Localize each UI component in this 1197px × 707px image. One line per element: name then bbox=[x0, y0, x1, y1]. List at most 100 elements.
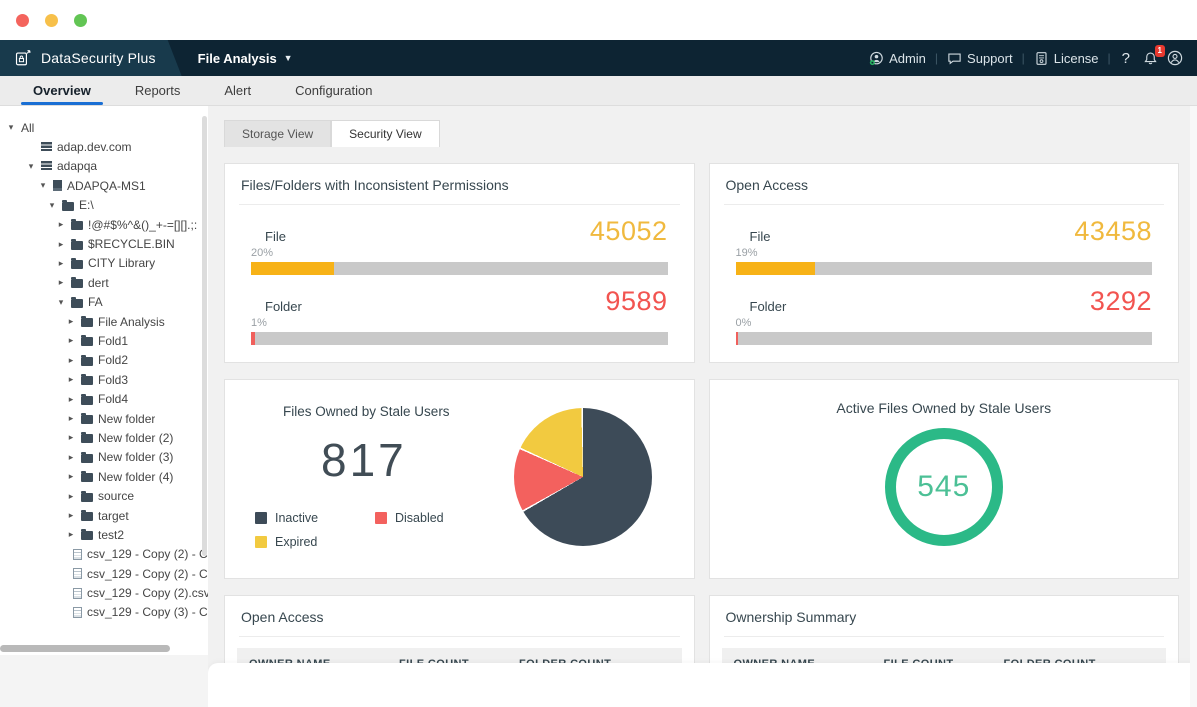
tree-item[interactable]: csv_129 - Copy (2) - Copy.csv bbox=[0, 564, 208, 583]
close-window-button[interactable] bbox=[16, 14, 29, 27]
support-menu[interactable]: Support bbox=[947, 51, 1013, 66]
file-icon bbox=[73, 568, 82, 579]
app-header: DataSecurity Plus File Analysis ▼ Admin … bbox=[0, 40, 1197, 76]
separator: | bbox=[1022, 51, 1025, 65]
support-chat-icon bbox=[947, 51, 962, 66]
tree-item[interactable]: csv_129 - Copy (2).csv bbox=[0, 583, 208, 602]
module-selector[interactable]: File Analysis ▼ bbox=[198, 51, 293, 66]
stat-percent: 0% bbox=[736, 317, 1153, 329]
tree-item-label: csv_129 - Copy (2) - Copy - Cop bbox=[87, 547, 208, 561]
tree-item-label: csv_129 - Copy (3) - Copy.csv bbox=[87, 605, 208, 619]
chevron-right-icon[interactable]: ▸ bbox=[66, 452, 76, 463]
chevron-right-icon[interactable]: ▸ bbox=[56, 277, 66, 288]
chevron-right-icon[interactable]: ▸ bbox=[56, 239, 66, 250]
chevron-right-icon[interactable]: ▸ bbox=[66, 491, 76, 502]
legend-label: Disabled bbox=[395, 511, 444, 525]
stale-users-pie-chart bbox=[514, 408, 652, 546]
folder-icon bbox=[62, 202, 74, 211]
folder-icon bbox=[81, 454, 93, 463]
tree-item[interactable]: ▸ CITY Library bbox=[0, 254, 208, 273]
tree-item-label: CITY Library bbox=[88, 256, 155, 270]
progress-bar bbox=[251, 332, 668, 345]
tree-item[interactable]: ▸New folder bbox=[0, 409, 208, 428]
tree-item[interactable]: ▸target bbox=[0, 506, 208, 525]
maximize-window-button[interactable] bbox=[74, 14, 87, 27]
chevron-right-icon[interactable]: ▸ bbox=[66, 394, 76, 405]
chevron-down-icon[interactable]: ▾ bbox=[47, 200, 57, 211]
tree-item[interactable]: ▾FA bbox=[0, 293, 208, 312]
chevron-right-icon[interactable]: ▸ bbox=[56, 219, 66, 230]
sidebar-vertical-scrollbar[interactable] bbox=[202, 116, 207, 556]
license-menu[interactable]: License bbox=[1034, 51, 1099, 66]
folder-icon bbox=[81, 376, 93, 385]
folder-icon bbox=[81, 318, 93, 327]
notifications-button[interactable]: 1 bbox=[1143, 51, 1158, 66]
chevron-down-icon[interactable]: ▾ bbox=[26, 161, 36, 172]
tree-item[interactable]: ▸Fold2 bbox=[0, 351, 208, 370]
sidebar-horizontal-scrollbar[interactable] bbox=[0, 645, 170, 652]
chevron-right-icon[interactable]: ▸ bbox=[66, 355, 76, 366]
tree-item[interactable]: ▸New folder (2) bbox=[0, 428, 208, 447]
tree-item[interactable]: ▸ Fold4 bbox=[0, 389, 208, 408]
chevron-right-icon[interactable]: ▸ bbox=[66, 510, 76, 521]
chevron-right-icon[interactable]: ▸ bbox=[66, 374, 76, 385]
separator: | bbox=[935, 51, 938, 65]
tree-item[interactable]: ▸File Analysis bbox=[0, 312, 208, 331]
tree-item[interactable]: csv_129 - Copy (3) - Copy.csv bbox=[0, 603, 208, 622]
tree-item[interactable]: ▸Fold1 bbox=[0, 331, 208, 350]
main-content: Storage View Security View Files/Folders… bbox=[208, 106, 1197, 707]
stat-file: File 43458 19% bbox=[736, 218, 1153, 275]
tree-item[interactable]: ▸source bbox=[0, 486, 208, 505]
folder-icon bbox=[81, 434, 93, 443]
help-button[interactable]: ? bbox=[1120, 50, 1132, 67]
chevron-right-icon[interactable]: ▸ bbox=[66, 432, 76, 443]
tree-item[interactable]: ▾All bbox=[0, 118, 208, 137]
tree-item-label: !@#$%^&()_+-=[][].;: bbox=[88, 218, 197, 232]
stat-value: 43458 bbox=[1074, 218, 1152, 244]
legend-item[interactable]: Inactive bbox=[255, 511, 365, 525]
legend-swatch bbox=[375, 512, 387, 524]
chevron-right-icon[interactable]: ▸ bbox=[66, 335, 76, 346]
tree-item[interactable]: ▸Fold3 bbox=[0, 370, 208, 389]
tab-configuration[interactable]: Configuration bbox=[283, 76, 384, 105]
chevron-down-icon[interactable]: ▾ bbox=[56, 297, 66, 308]
tab-overview[interactable]: Overview bbox=[21, 76, 103, 105]
chevron-right-icon[interactable]: ▸ bbox=[66, 316, 76, 327]
legend-swatch bbox=[255, 536, 267, 548]
tree-item[interactable]: ▾ADAPQA-MS1 bbox=[0, 176, 208, 195]
tree-item[interactable]: ▸ !@#$%^&()_+-=[][].;: bbox=[0, 215, 208, 234]
tree-item[interactable]: ▾adapqa bbox=[0, 157, 208, 176]
chevron-right-icon[interactable]: ▸ bbox=[56, 258, 66, 269]
card-title: Active Files Owned by Stale Users bbox=[836, 400, 1051, 416]
tree-item[interactable]: ▸New folder (4) bbox=[0, 467, 208, 486]
tree-item[interactable]: ▸New folder (3) bbox=[0, 448, 208, 467]
profile-button[interactable] bbox=[1167, 50, 1183, 66]
stat-percent: 1% bbox=[251, 317, 668, 329]
tree-item[interactable]: ▾E:\ bbox=[0, 196, 208, 215]
legend-swatch bbox=[255, 512, 267, 524]
tree-item-label: Fold4 bbox=[98, 392, 128, 406]
chevron-right-icon[interactable]: ▸ bbox=[66, 413, 76, 424]
tree-item[interactable]: ▸$RECYCLE.BIN bbox=[0, 234, 208, 253]
file-icon bbox=[73, 549, 82, 560]
tree-item[interactable]: ▸test2 bbox=[0, 525, 208, 544]
tree-item[interactable]: adap.dev.com bbox=[0, 137, 208, 156]
legend-item[interactable]: Expired bbox=[255, 535, 365, 549]
chevron-right-icon[interactable]: ▸ bbox=[66, 471, 76, 482]
card-title: Open Access bbox=[710, 164, 1179, 204]
minimize-window-button[interactable] bbox=[45, 14, 58, 27]
brand-block[interactable]: DataSecurity Plus bbox=[0, 40, 182, 76]
tab-security-view[interactable]: Security View bbox=[331, 120, 439, 147]
tree-item[interactable]: ▸dert bbox=[0, 273, 208, 292]
tab-alert[interactable]: Alert bbox=[212, 76, 263, 105]
tab-reports[interactable]: Reports bbox=[123, 76, 193, 105]
stat-folder: Folder 9589 1% bbox=[251, 288, 668, 345]
admin-menu[interactable]: Admin bbox=[869, 51, 926, 66]
divider bbox=[724, 204, 1165, 205]
tab-storage-view[interactable]: Storage View bbox=[224, 120, 331, 147]
chevron-down-icon[interactable]: ▾ bbox=[6, 122, 16, 133]
chevron-right-icon[interactable]: ▸ bbox=[66, 529, 76, 540]
chevron-down-icon[interactable]: ▾ bbox=[38, 180, 48, 191]
legend-item[interactable]: Disabled bbox=[375, 511, 485, 525]
tree-item[interactable]: csv_129 - Copy (2) - Copy - Cop bbox=[0, 545, 208, 564]
